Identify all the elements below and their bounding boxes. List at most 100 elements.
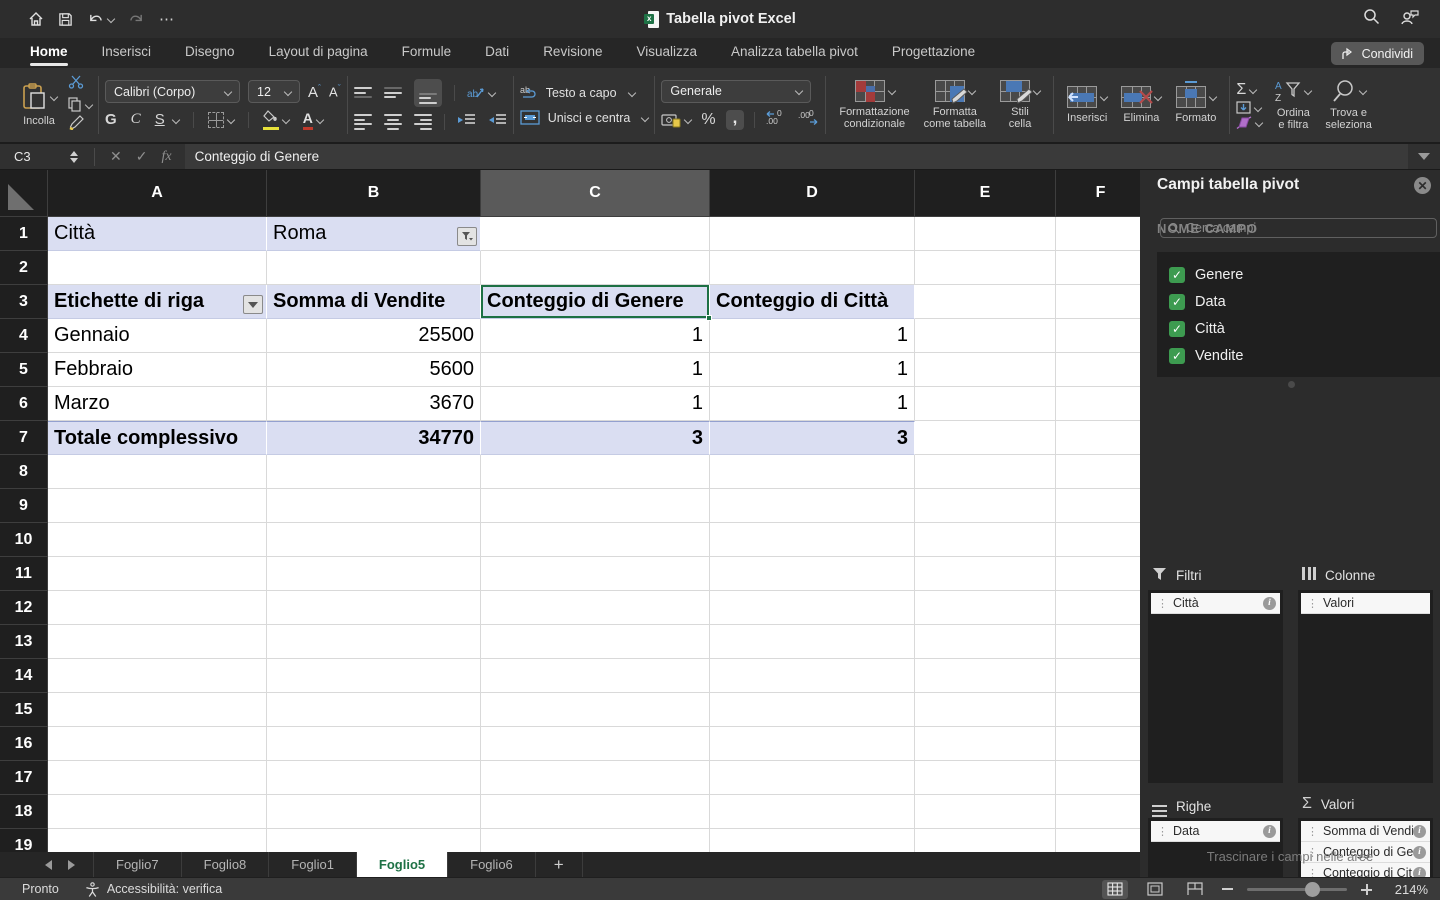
cell-A15[interactable] [48,693,267,727]
cell-F3[interactable] [1056,285,1140,319]
cell-A17[interactable] [48,761,267,795]
paste-button[interactable]: Incolla [14,83,64,127]
cell-D12[interactable] [710,591,915,625]
panel-resize-dot[interactable] [1288,381,1295,388]
cell-B4[interactable]: 25500 [267,319,481,353]
cell-E15[interactable] [915,693,1056,727]
orientation-button[interactable]: ab [467,85,496,101]
cell-C3[interactable]: Conteggio di Genere [481,285,712,321]
cell-D8[interactable] [710,455,915,489]
bold-button[interactable]: G [105,111,117,128]
cell-B17[interactable] [267,761,481,795]
cell-F14[interactable] [1056,659,1140,693]
cell-A11[interactable] [48,557,267,591]
cell-B10[interactable] [267,523,481,557]
field-item-data[interactable]: ✓ Data [1169,288,1440,315]
fill-color-button[interactable] [262,109,290,130]
cell-B18[interactable] [267,795,481,829]
cell-D6[interactable]: 1 [710,387,915,421]
comma-style-button[interactable]: , [725,109,745,130]
underline-button[interactable]: S [155,111,165,128]
column-header-A[interactable]: A [48,170,267,217]
cell-C4[interactable]: 1 [481,319,710,353]
cell-A19[interactable] [48,829,267,852]
increase-indent-icon[interactable] [488,113,507,132]
font-name-select[interactable]: Calibri (Corpo) [105,80,240,103]
cell-F13[interactable] [1056,625,1140,659]
info-icon[interactable]: i [1413,824,1426,838]
field-item-città[interactable]: ✓ Città [1169,315,1440,342]
column-header-E[interactable]: E [915,170,1056,217]
cell-E2[interactable] [915,251,1056,285]
cell-C10[interactable] [481,523,710,557]
cell-B13[interactable] [267,625,481,659]
cell-D18[interactable] [710,795,915,829]
search-fields-input[interactable]: Cerca campi [1160,218,1437,238]
share-button[interactable]: Condividi [1330,42,1424,65]
save-icon[interactable] [58,12,73,27]
cell-C13[interactable] [481,625,710,659]
cell-D7[interactable]: 3 [710,421,915,455]
cell-D1[interactable] [710,217,915,251]
cell-A16[interactable] [48,727,267,761]
cell-E11[interactable] [915,557,1056,591]
cell-C1[interactable] [481,217,710,251]
cut-icon[interactable] [68,75,92,94]
cell-A12[interactable] [48,591,267,625]
format-as-table-button[interactable]: Formatta come tabella [917,80,993,130]
cell-D19[interactable] [710,829,915,852]
cell-E10[interactable] [915,523,1056,557]
cell-F15[interactable] [1056,693,1140,727]
cell-C11[interactable] [481,557,710,591]
row-header-10[interactable]: 10 [0,523,48,557]
comments-icon[interactable] [1400,8,1420,31]
cell-C12[interactable] [481,591,710,625]
ribbon-tab-home[interactable]: Home [30,38,68,68]
find-select-button[interactable]: Trova e seleziona [1318,79,1378,131]
autosum-button[interactable]: Σ [1236,81,1262,99]
ribbon-tab-visualizza[interactable]: Visualizza [636,38,697,68]
cell-E17[interactable] [915,761,1056,795]
accounting-format-icon[interactable] [661,113,693,128]
cell-F11[interactable] [1056,557,1140,591]
cell-A14[interactable] [48,659,267,693]
cell-E9[interactable] [915,489,1056,523]
cell-A13[interactable] [48,625,267,659]
checkbox-checked-icon[interactable]: ✓ [1169,266,1185,283]
cell-B14[interactable] [267,659,481,693]
zoom-in-icon[interactable] [1361,883,1372,895]
cell-B9[interactable] [267,489,481,523]
field-chip[interactable]: ⋮ Città i [1151,593,1280,614]
cell-A3[interactable]: Etichette di riga [48,285,267,319]
undo-icon[interactable] [87,12,116,27]
cell-F18[interactable] [1056,795,1140,829]
decrease-indent-icon[interactable] [457,113,476,132]
cell-D14[interactable] [710,659,915,693]
row-header-8[interactable]: 8 [0,455,48,489]
align-top-icon[interactable] [353,87,372,98]
number-format-select[interactable]: Generale [661,79,812,103]
enter-icon[interactable]: ✓ [136,148,148,165]
align-left-icon[interactable] [353,114,372,130]
cell-E14[interactable] [915,659,1056,693]
undo-chevron-icon[interactable] [106,14,116,24]
row-header-6[interactable]: 6 [0,387,48,421]
cell-D16[interactable] [710,727,915,761]
ribbon-tab-inserisci[interactable]: Inserisci [102,38,152,68]
cell-A2[interactable] [48,251,267,285]
redo-icon[interactable] [128,12,145,27]
cell-B15[interactable] [267,693,481,727]
cell-E16[interactable] [915,727,1056,761]
row-header-9[interactable]: 9 [0,489,48,523]
cell-F19[interactable] [1056,829,1140,852]
drag-handle-icon[interactable]: ⋮ [1307,825,1318,838]
wrap-text-button[interactable]: ab Testo a capo [520,85,649,101]
cell-F7[interactable] [1056,421,1140,455]
info-icon[interactable]: i [1263,596,1276,610]
insert-function-icon[interactable]: fx [161,149,171,165]
column-header-F[interactable]: F [1056,170,1140,217]
checkbox-checked-icon[interactable]: ✓ [1169,320,1185,337]
selection-fill-handle[interactable] [706,315,712,321]
row-header-11[interactable]: 11 [0,557,48,591]
area-box-filtri[interactable]: ⋮ Città i [1148,590,1283,783]
